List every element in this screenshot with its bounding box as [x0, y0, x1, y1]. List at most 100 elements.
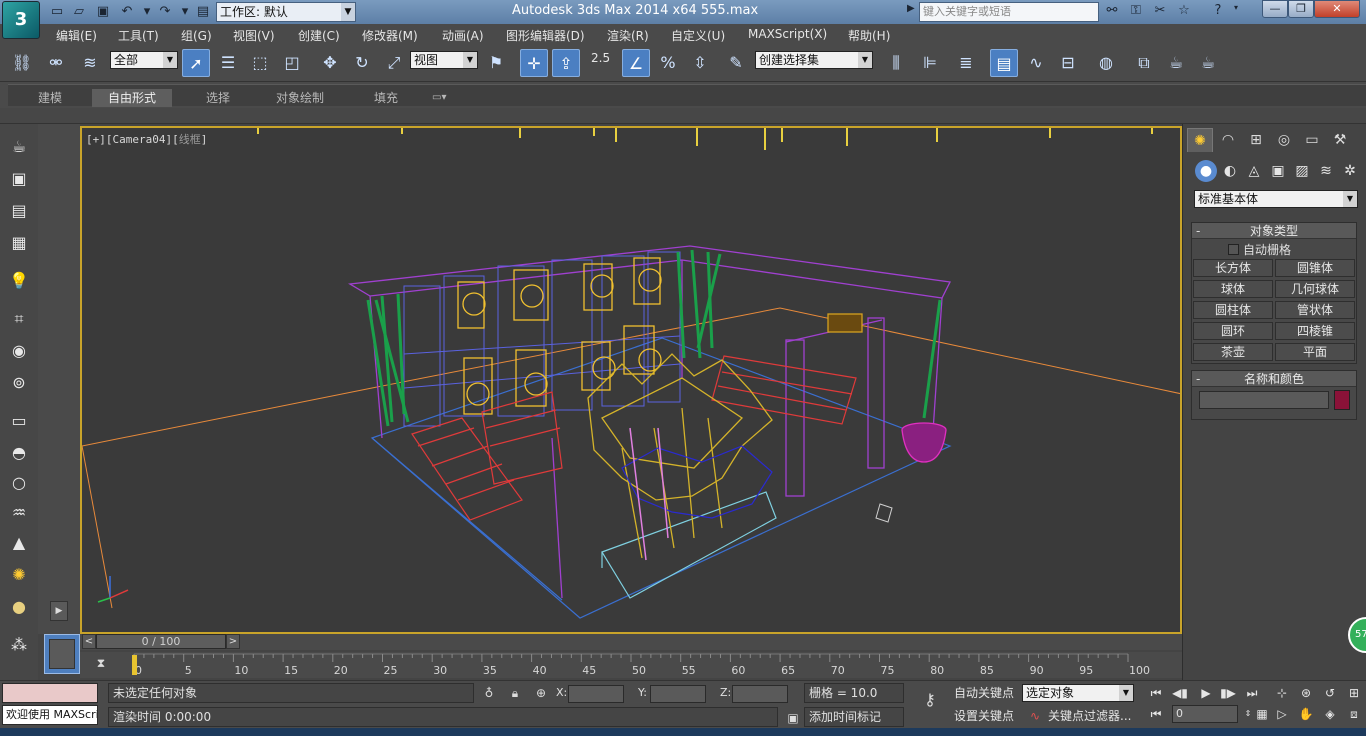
- systems-icon[interactable]: ✲: [1339, 160, 1361, 182]
- material-sphere-icon[interactable]: ●: [6, 594, 32, 620]
- pivot-center-icon[interactable]: ⚑: [482, 49, 510, 77]
- object-color-swatch[interactable]: [1334, 390, 1350, 410]
- menu-group[interactable]: 组(G): [181, 27, 212, 44]
- percent-snap-icon[interactable]: %: [654, 49, 682, 77]
- panel-expand-icon[interactable]: ▶: [50, 601, 68, 621]
- set-key-button[interactable]: 设置关键点: [954, 706, 1014, 726]
- key-mode-toggle-icon[interactable]: ⏮: [1146, 705, 1166, 723]
- camera-icon[interactable]: ⌗: [6, 306, 32, 332]
- close-button[interactable]: ✕: [1314, 0, 1360, 18]
- redo-icon[interactable]: ↷: [156, 3, 174, 21]
- menu-create[interactable]: 创建(C): [298, 27, 340, 44]
- keyword-search-input[interactable]: 键入关键字或短语: [919, 2, 1099, 22]
- maximize-viewport-icon[interactable]: ⧈: [1344, 705, 1364, 723]
- selection-lock-icon[interactable]: 🔒︎: [506, 684, 524, 702]
- next-key-icon[interactable]: ▮▶: [1218, 684, 1238, 702]
- snaps-toggle-value[interactable]: 2.5: [591, 51, 610, 65]
- rendered-frame-window-icon[interactable]: ☕: [1162, 49, 1190, 77]
- rectangular-selection-icon[interactable]: ⬚: [246, 49, 274, 77]
- render-production-icon[interactable]: ☕: [1194, 49, 1222, 77]
- tab-modeling[interactable]: 建模: [30, 89, 70, 107]
- select-and-scale-icon[interactable]: ⤢: [380, 49, 408, 77]
- orbit-camera-icon[interactable]: ◈: [1320, 705, 1340, 723]
- time-configuration-icon[interactable]: ▦: [1252, 705, 1272, 723]
- app-menu-logo[interactable]: 3: [2, 1, 40, 39]
- camera-viewport[interactable]: [+][Camera04][线框]: [80, 126, 1182, 634]
- tab-freeform[interactable]: 自由形式: [92, 89, 172, 107]
- lights-icon[interactable]: ◬: [1243, 160, 1265, 182]
- spinner-snap-icon[interactable]: ⇳: [686, 49, 714, 77]
- menu-tools[interactable]: 工具(T): [118, 27, 159, 44]
- isolate-selection-icon[interactable]: ♁: [480, 684, 498, 702]
- layer-manager-icon[interactable]: ≣: [952, 49, 980, 77]
- record-icon[interactable]: ◉: [6, 338, 32, 364]
- geosphere-button[interactable]: 几何球体: [1275, 280, 1355, 298]
- go-to-end-icon[interactable]: ⏭: [1242, 684, 1262, 702]
- viewport-label[interactable]: [+][Camera04][线框]: [86, 131, 207, 147]
- layers-icon[interactable]: ▤: [6, 198, 32, 224]
- schematic-view-icon[interactable]: ⊟: [1054, 49, 1082, 77]
- select-by-name-icon[interactable]: ☰: [214, 49, 242, 77]
- shapes-icon[interactable]: ◐: [1219, 160, 1241, 182]
- keyboard-shortcut-override-icon[interactable]: ⇪: [552, 49, 580, 77]
- sun-icon[interactable]: ✺: [6, 562, 32, 588]
- helpers-icon[interactable]: ▨: [1291, 160, 1313, 182]
- zoom-extents-icon[interactable]: ⊞: [1344, 684, 1364, 702]
- tab-object-paint[interactable]: 对象绘制: [268, 89, 332, 107]
- sphere-button[interactable]: 球体: [1193, 280, 1273, 298]
- track-bar[interactable]: 0 5 10 15 20 25 30 35 40 45 50 55 60 65 70 75 80 85 90 95 10…: [80, 652, 1182, 678]
- previous-frame-icon[interactable]: <: [82, 634, 96, 649]
- search-expand-icon[interactable]: ▶: [907, 3, 919, 21]
- tube-button[interactable]: 管状体: [1275, 301, 1355, 319]
- hierarchy-tab-icon[interactable]: ⊞: [1243, 128, 1269, 152]
- go-to-start-icon[interactable]: ⏮: [1146, 684, 1166, 702]
- open-file-icon[interactable]: ▱: [70, 3, 88, 21]
- object-category-select[interactable]: 标准基本体 ▼: [1194, 190, 1358, 208]
- space-warps-icon[interactable]: ≋: [1315, 160, 1337, 182]
- light-icon[interactable]: 💡: [6, 268, 32, 294]
- geometry-icon[interactable]: ●: [1195, 160, 1217, 182]
- help-dropdown-icon[interactable]: ▾: [1226, 3, 1246, 21]
- open-mini-curve-editor-icon[interactable]: ⧗: [92, 656, 110, 674]
- play-icon[interactable]: ▶: [1196, 684, 1216, 702]
- reference-coordinate-select[interactable]: 视图 ▼: [410, 51, 478, 69]
- time-slider[interactable]: < 0 / 100 >: [80, 634, 1182, 650]
- material-editor-icon[interactable]: ◍: [1092, 49, 1120, 77]
- unlink-icon[interactable]: ⚮: [42, 49, 70, 77]
- motion-tab-icon[interactable]: ◎: [1271, 128, 1297, 152]
- teapot-icon[interactable]: ☕: [6, 134, 32, 160]
- select-and-link-icon[interactable]: ⛓: [8, 49, 36, 77]
- box-button[interactable]: 长方体: [1193, 259, 1273, 277]
- menu-help[interactable]: 帮助(H): [848, 27, 890, 44]
- key-icon[interactable]: ⚷: [916, 691, 944, 709]
- named-selection-set-select[interactable]: 创建选择集 ▼: [755, 51, 873, 69]
- plane-button[interactable]: 平面: [1275, 343, 1355, 361]
- selection-filter-select[interactable]: 全部 ▼: [110, 51, 178, 69]
- time-tag-icon[interactable]: ▣: [784, 709, 802, 727]
- help-icon[interactable]: ?: [1208, 3, 1228, 21]
- tab-selection[interactable]: 选择: [198, 89, 238, 107]
- pan-view-icon[interactable]: ✋: [1296, 705, 1316, 723]
- y-coordinate-field[interactable]: [650, 685, 706, 703]
- edit-named-selection-icon[interactable]: ✎: [722, 49, 750, 77]
- menu-rendering[interactable]: 渲染(R): [607, 27, 649, 44]
- dome-icon[interactable]: ◓: [6, 440, 32, 466]
- render-frame-icon[interactable]: ▣: [6, 166, 32, 192]
- viewport-camera-label[interactable]: [+][Camera04][: [86, 133, 179, 146]
- subscription-key-icon[interactable]: ⚿: [1126, 3, 1146, 21]
- binoculars-icon[interactable]: ⚯: [1102, 3, 1122, 21]
- menu-maxscript[interactable]: MAXScript(X): [748, 27, 827, 41]
- save-icon[interactable]: ▣: [94, 3, 112, 21]
- maxscript-listener-output[interactable]: [2, 683, 98, 703]
- current-frame-field[interactable]: 0: [1172, 705, 1238, 723]
- key-filters-button[interactable]: 关键点过滤器...: [1048, 706, 1131, 726]
- cylinder-button[interactable]: 圆柱体: [1193, 301, 1273, 319]
- minimize-button[interactable]: —: [1262, 0, 1288, 18]
- time-slider-thumb[interactable]: 0 / 100: [96, 634, 226, 649]
- object-type-header[interactable]: - 对象类型: [1192, 223, 1356, 239]
- create-tab-icon[interactable]: ✺: [1187, 128, 1213, 152]
- menu-animation[interactable]: 动画(A): [442, 27, 484, 44]
- cone-button[interactable]: 圆锥体: [1275, 259, 1355, 277]
- display-tab-icon[interactable]: ▭: [1299, 128, 1325, 152]
- workspace-select[interactable]: 工作区: 默认 ▼: [216, 2, 356, 22]
